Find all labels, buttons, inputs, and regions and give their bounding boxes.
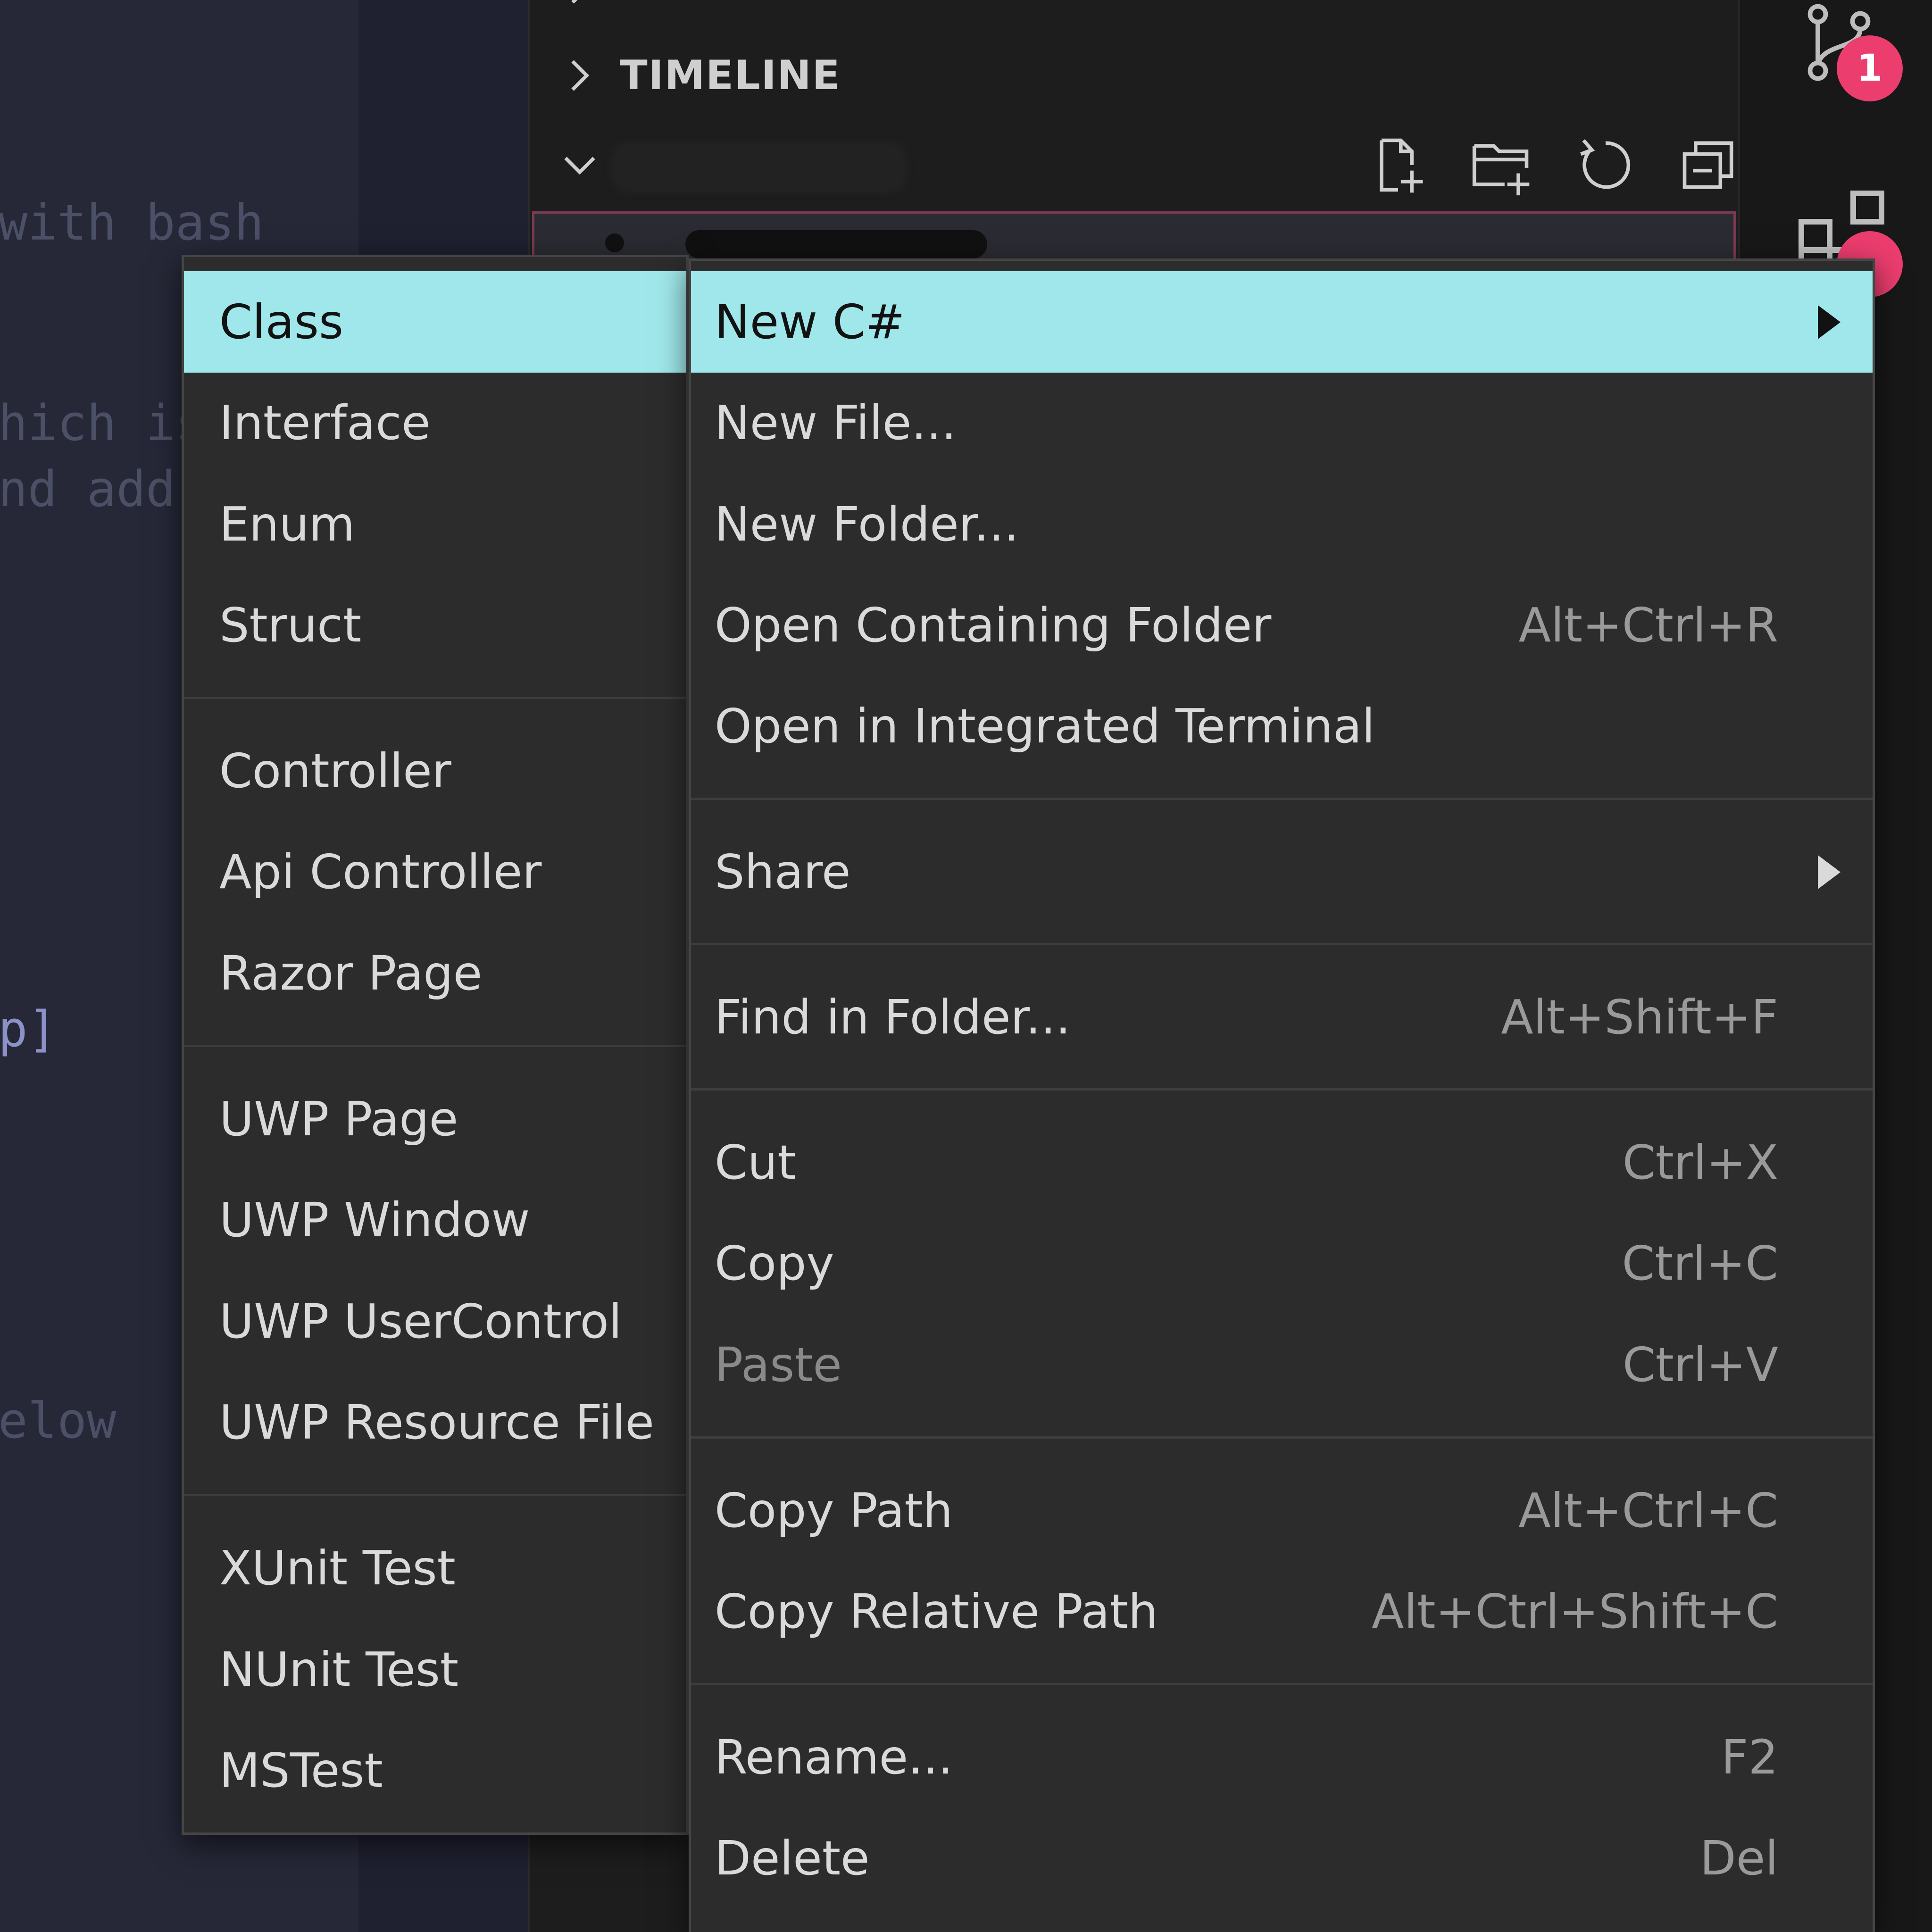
chevron-right-icon — [571, 0, 578, 4]
menu-item-razor-page[interactable]: Razor Page — [184, 923, 686, 1024]
menu-item-copy-path[interactable]: Copy Path Alt+Ctrl+C — [691, 1460, 1873, 1561]
code-fragment: elow — [0, 1392, 117, 1449]
redaction-mark — [685, 230, 987, 258]
menu-item-copy[interactable]: Copy Ctrl+C — [691, 1213, 1873, 1314]
new-folder-icon[interactable] — [1469, 132, 1535, 198]
menu-item-open-integrated-terminal[interactable]: Open in Integrated Terminal — [691, 675, 1873, 777]
menu-item-uwp-window[interactable]: UWP Window — [184, 1169, 686, 1271]
code-fragment: p] — [0, 1000, 58, 1058]
timeline-section-header[interactable]: TIMELINE — [558, 52, 841, 99]
menu-item-controller[interactable]: Controller — [184, 720, 686, 822]
menu-item-uwp-usercontrol[interactable]: UWP UserControl — [184, 1271, 686, 1372]
menu-item-interface[interactable]: Interface — [184, 372, 686, 474]
menu-item-new-folder[interactable]: New Folder... — [691, 474, 1873, 575]
menu-item-class[interactable]: Class — [184, 271, 686, 373]
menu-item-find-in-folder[interactable]: Find in Folder... Alt+Shift+F — [691, 966, 1873, 1068]
redaction-mark — [605, 233, 624, 252]
explorer-toolbar — [1365, 132, 1742, 198]
menu-item-api-controller[interactable]: Api Controller — [184, 821, 686, 923]
chevron-down-icon — [564, 157, 595, 175]
menu-separator — [184, 1045, 686, 1047]
timeline-label: TIMELINE — [620, 52, 841, 99]
triangle-right-icon — [1818, 855, 1840, 889]
redacted-folder-name — [610, 142, 908, 193]
menu-separator — [691, 1088, 1873, 1091]
menu-item-delete[interactable]: Delete Del — [691, 1807, 1873, 1909]
menu-item-struct[interactable]: Struct — [184, 575, 686, 676]
menu-item-uwp-page[interactable]: UWP Page — [184, 1068, 686, 1170]
menu-separator — [691, 943, 1873, 945]
source-control-badge: 1 — [1837, 35, 1903, 101]
menu-item-paste: Paste Ctrl+V — [715, 1337, 1778, 1392]
collapse-all-icon[interactable] — [1676, 132, 1742, 198]
menu-separator — [691, 798, 1873, 800]
menu-item-open-containing-folder[interactable]: Open Containing Folder Alt+Ctrl+R — [691, 575, 1873, 676]
menu-item-enum[interactable]: Enum — [184, 474, 686, 575]
menu-item-new-file[interactable]: New File... — [691, 372, 1873, 474]
code-fragment: hich is — [0, 394, 205, 452]
code-fragment: nd add — [0, 460, 175, 518]
new-file-icon[interactable] — [1365, 132, 1431, 198]
menu-item-cut[interactable]: Cut Ctrl+X — [691, 1112, 1873, 1213]
menu-item-xunit-test[interactable]: XUnit Test — [184, 1517, 686, 1619]
menu-item-copy-relative-path[interactable]: Copy Relative Path Alt+Ctrl+Shift+C — [691, 1561, 1873, 1662]
menu-item-mstest[interactable]: MSTest — [184, 1720, 686, 1821]
menu-separator — [691, 1683, 1873, 1685]
new-csharp-submenu: Class Interface Enum Struct Controller A… — [182, 255, 689, 1835]
code-fragment: with bash — [0, 194, 264, 251]
refresh-icon[interactable] — [1573, 132, 1639, 198]
menu-separator — [184, 697, 686, 699]
outline-section-header[interactable] — [558, 0, 620, 9]
chevron-right-icon — [571, 60, 590, 91]
explorer-context-menu: New C# New File... New Folder... Open Co… — [689, 258, 1875, 1932]
menu-item-uwp-resource-file[interactable]: UWP Resource File — [184, 1372, 686, 1473]
triangle-right-icon — [1818, 305, 1840, 339]
menu-separator — [184, 1494, 686, 1496]
menu-separator — [691, 1436, 1873, 1439]
menu-item-share[interactable]: Share — [691, 821, 1873, 923]
menu-item-nunit-test[interactable]: NUnit Test — [184, 1619, 686, 1720]
menu-item-rename[interactable]: Rename... F2 — [691, 1707, 1873, 1808]
menu-item-new-csharp[interactable]: New C# — [691, 271, 1873, 373]
